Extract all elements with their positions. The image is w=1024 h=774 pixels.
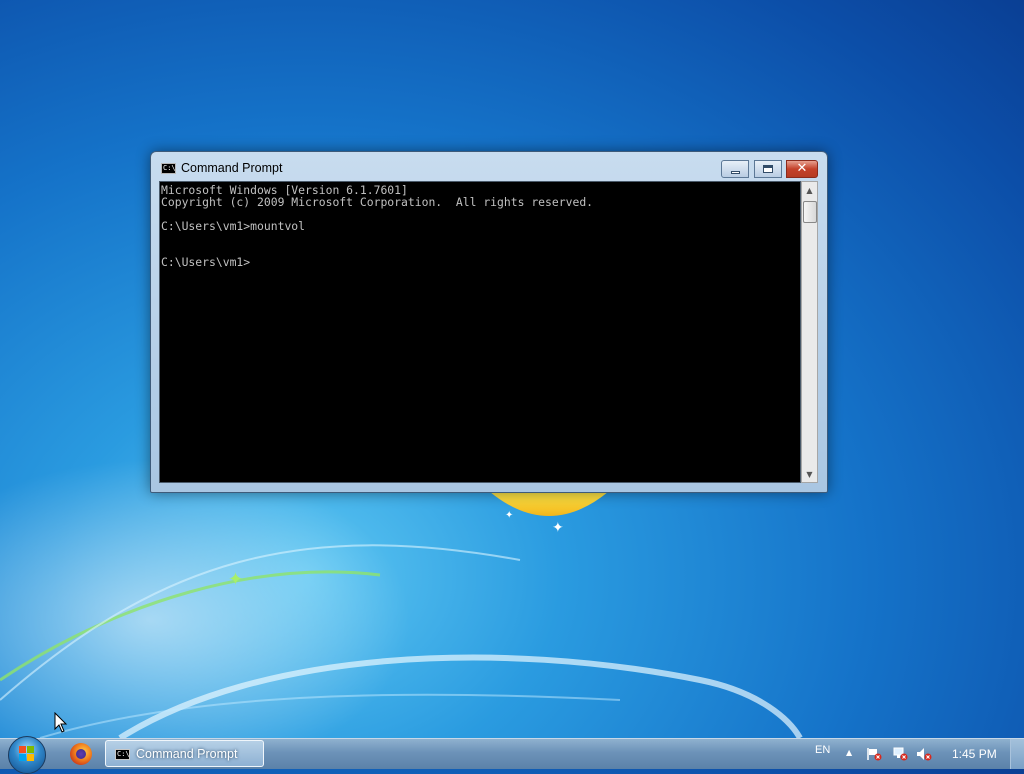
clock-time[interactable]: 1:45 PM — [952, 747, 997, 761]
svg-text:✦: ✦ — [552, 520, 564, 536]
window-title: Command Prompt — [181, 161, 283, 175]
action-center-flag-icon[interactable] — [866, 747, 882, 761]
show-hidden-icons-icon[interactable]: ▲ — [846, 748, 852, 757]
network-icon[interactable] — [892, 747, 908, 761]
svg-text:✦: ✦ — [505, 510, 513, 521]
volume-muted-icon[interactable] — [916, 747, 932, 761]
scroll-down-arrow-icon[interactable]: ▼ — [802, 466, 817, 482]
start-button[interactable] — [8, 736, 46, 774]
vertical-scrollbar[interactable]: ▲ ▼ — [801, 181, 818, 483]
minimize-button[interactable] — [721, 160, 749, 178]
windows-logo-icon — [19, 746, 35, 762]
command-prompt-window[interactable]: C:\ Command Prompt ✕ Microsoft Windows [… — [150, 151, 828, 493]
console-line: C:\Users\vm1>mountvol — [161, 219, 306, 233]
svg-text:✦: ✦ — [228, 569, 243, 590]
mouse-pointer-icon — [54, 712, 68, 733]
maximize-button[interactable] — [754, 160, 782, 178]
show-desktop-button[interactable] — [1010, 739, 1024, 769]
title-bar[interactable]: C:\ Command Prompt ✕ — [151, 152, 827, 182]
maximize-icon — [763, 165, 773, 173]
console-output[interactable]: Microsoft Windows [Version 6.1.7601] Cop… — [159, 181, 801, 483]
scroll-up-arrow-icon[interactable]: ▲ — [802, 182, 817, 198]
scroll-thumb[interactable] — [803, 201, 817, 223]
taskbar: C:\ Command Prompt EN ▲ 1:45 PM — [0, 736, 1024, 774]
minimize-icon — [730, 170, 740, 174]
close-button[interactable]: ✕ — [786, 160, 818, 178]
taskbar-button-command-prompt[interactable]: C:\ Command Prompt — [105, 740, 264, 767]
console-prompt-line: C:\Users\vm1> — [161, 255, 251, 269]
taskbar-button-label: Command Prompt — [136, 747, 238, 761]
close-icon: ✕ — [796, 161, 808, 176]
language-indicator[interactable]: EN — [815, 744, 830, 756]
cmd-icon[interactable]: C:\ — [161, 163, 176, 174]
console-line: Copyright (c) 2009 Microsoft Corporation… — [161, 195, 594, 209]
firefox-icon[interactable] — [70, 743, 92, 765]
cmd-icon: C:\ — [115, 749, 130, 760]
